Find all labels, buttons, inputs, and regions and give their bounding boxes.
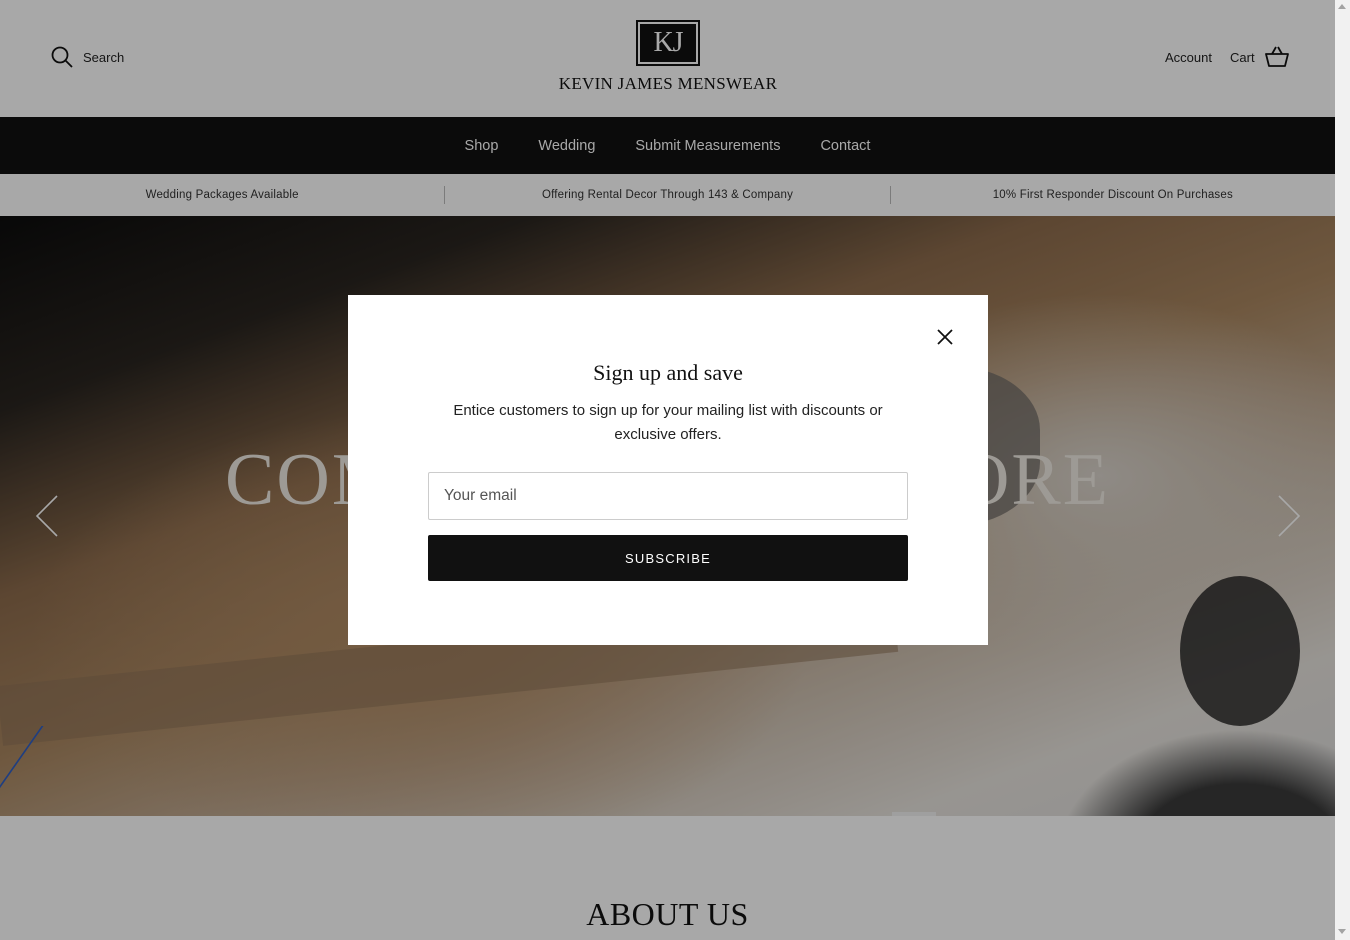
modal-title: Sign up and save — [593, 360, 743, 385]
close-icon — [937, 329, 953, 345]
modal-close-button[interactable] — [933, 325, 957, 349]
page-scrollbar[interactable] — [1335, 0, 1350, 940]
scroll-up-arrow-icon[interactable] — [1338, 4, 1346, 9]
modal-description: Entice customers to sign up for your mai… — [453, 402, 883, 443]
subscribe-button[interactable]: SUBSCRIBE — [428, 535, 908, 581]
page: Search KJ KEVIN JAMES MENSWEAR Account C… — [0, 0, 1335, 940]
email-field[interactable] — [428, 472, 908, 520]
signup-modal: Sign up and save Entice customers to sig… — [348, 295, 988, 645]
scroll-down-arrow-icon[interactable] — [1338, 929, 1346, 934]
